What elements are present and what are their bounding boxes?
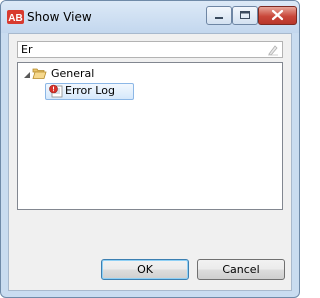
dialog-body: General Error Log OK Cancel xyxy=(8,33,292,291)
filter-input[interactable] xyxy=(21,43,261,56)
tree-item-label: Error Log xyxy=(65,84,115,97)
filter-field[interactable] xyxy=(17,41,283,58)
ok-button[interactable]: OK xyxy=(101,259,189,280)
show-view-dialog: AB Show View Er General Error Log OK Can… xyxy=(0,0,300,298)
dialog-title: Show View xyxy=(27,10,92,24)
close-icon xyxy=(271,9,284,21)
tree-item-error-log[interactable]: Error Log xyxy=(45,83,134,100)
minimize-button[interactable] xyxy=(206,6,232,25)
tree-item-general[interactable]: General xyxy=(23,66,133,82)
clear-filter-icon[interactable] xyxy=(267,44,279,56)
close-button[interactable] xyxy=(258,6,297,25)
views-tree[interactable]: General Error Log xyxy=(17,62,283,210)
maximize-button[interactable] xyxy=(232,6,258,25)
title-bar[interactable]: AB Show View xyxy=(1,1,299,33)
cancel-button[interactable]: Cancel xyxy=(197,259,285,280)
tree-item-label: General xyxy=(51,67,95,80)
expanded-triangle-icon[interactable] xyxy=(23,71,31,79)
error-log-icon xyxy=(49,84,63,98)
folder-open-icon xyxy=(32,68,47,79)
svg-text:AB: AB xyxy=(8,13,22,24)
minimize-icon xyxy=(215,17,223,19)
maximize-icon xyxy=(240,11,250,19)
app-logo-icon: AB xyxy=(7,10,24,24)
